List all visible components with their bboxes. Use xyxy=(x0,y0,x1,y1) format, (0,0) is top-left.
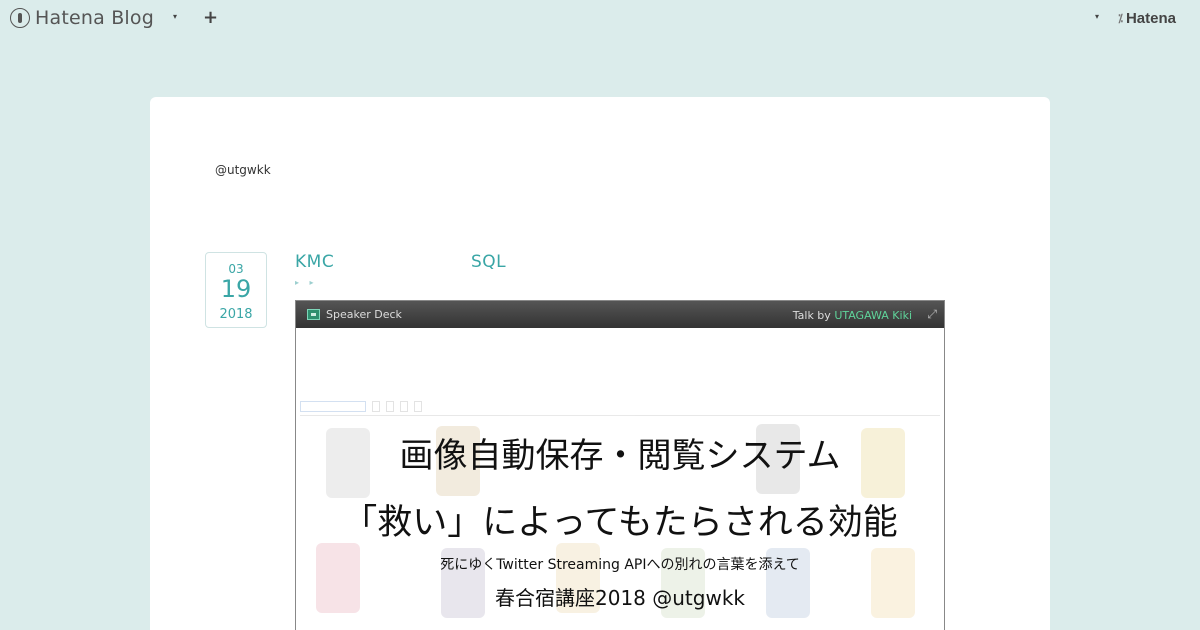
slide-title-line-2: 「救い」によってもたらされる効能 xyxy=(342,503,898,543)
hatena-mark-icon: ⁒ xyxy=(1118,13,1123,25)
faded-toolbar xyxy=(300,398,940,416)
post-category-breadcrumb[interactable]: ▸ ▸ xyxy=(295,278,318,287)
faded-button xyxy=(414,401,422,412)
slide-title-line-1: 画像自動保存・閲覧システム xyxy=(399,436,841,476)
fullscreen-expand-icon[interactable]: ⤢ xyxy=(927,307,937,322)
new-post-plus-icon[interactable]: + xyxy=(203,7,218,28)
faded-button xyxy=(400,401,408,412)
blog-content-card: @utgwkk 03 19 2018 KMC SQL ▸ ▸ Speaker D… xyxy=(150,97,1050,630)
speakerdeck-embed[interactable]: Speaker Deck Talk by UTAGAWA Kiki ⤢ 画像自動… xyxy=(295,300,945,630)
slide-subtitle: 死にゆくTwitter Streaming APIへの別れの言葉を添えて xyxy=(440,557,800,573)
date-day: 19 xyxy=(220,275,252,303)
faded-search-box xyxy=(300,401,366,412)
speakerdeck-label[interactable]: Speaker Deck xyxy=(326,308,402,321)
account-menu-caret-icon[interactable]: ▾ xyxy=(1095,12,1099,21)
talk-by-prefix: Talk by xyxy=(792,309,835,322)
faded-button xyxy=(386,401,394,412)
hatena-blog-logo[interactable]: Hatena Blog xyxy=(10,5,154,31)
post-title[interactable]: KMC SQL xyxy=(295,252,506,272)
embed-header-bar: Speaker Deck Talk by UTAGAWA Kiki ⤢ xyxy=(296,301,944,328)
hatena-label: Hatena xyxy=(1125,10,1176,27)
post-date[interactable]: 03 19 2018 xyxy=(205,252,267,328)
global-header: Hatena Blog ▾ + ▾ ⁒ Hatena xyxy=(0,0,1200,38)
faded-button xyxy=(372,401,380,412)
date-year: 2018 xyxy=(219,307,253,322)
slide-preview[interactable]: 画像自動保存・閲覧システム 「救い」によってもたらされる効能 死にゆくTwitt… xyxy=(296,328,944,630)
brand-label: Hatena Blog xyxy=(35,7,154,29)
slide-event-line: 春合宿講座2018 @utgwkk xyxy=(495,586,745,610)
speakerdeck-icon xyxy=(307,309,320,320)
post-title-right[interactable]: SQL xyxy=(471,252,506,272)
hatena-blog-icon xyxy=(10,8,30,28)
post-title-left[interactable]: KMC xyxy=(295,252,334,272)
date-month: 03 xyxy=(228,262,244,276)
blog-menu-caret-icon[interactable]: ▾ xyxy=(173,12,177,21)
hatena-logo[interactable]: ⁒ Hatena xyxy=(1118,10,1176,27)
talk-by-text: Talk by UTAGAWA Kiki xyxy=(793,309,912,322)
blog-author-handle[interactable]: @utgwkk xyxy=(215,163,271,177)
talk-author-link[interactable]: UTAGAWA Kiki xyxy=(834,309,912,322)
